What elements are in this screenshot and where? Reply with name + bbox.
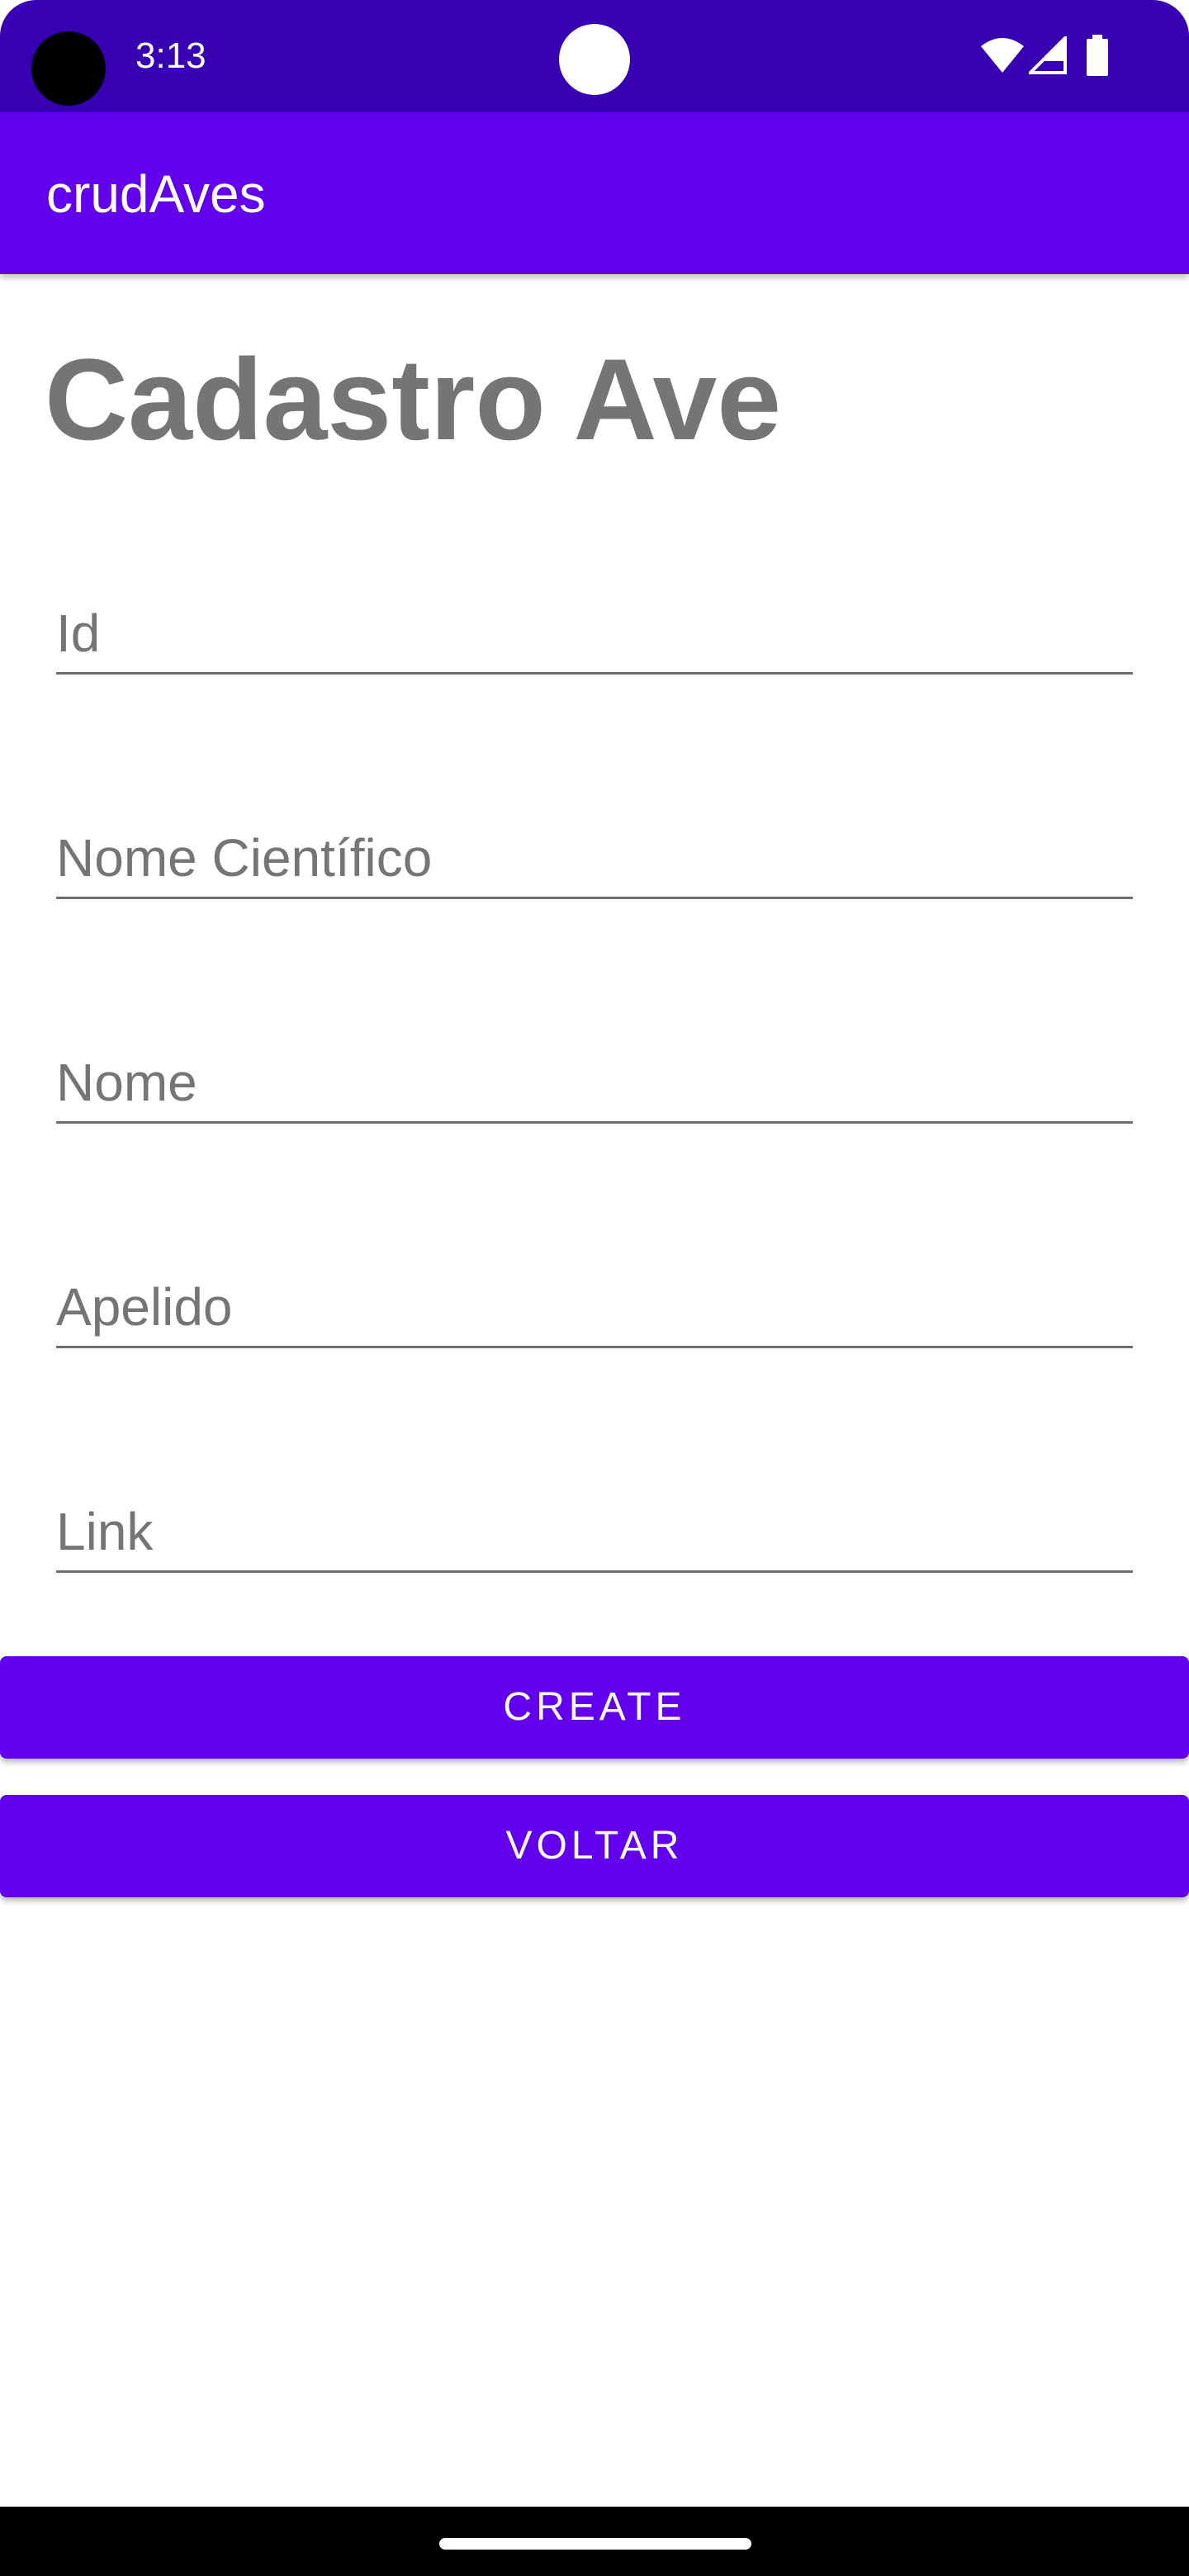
app-title: crudAves — [46, 164, 266, 224]
cell-signal-icon — [1029, 36, 1067, 74]
navigation-bar — [0, 2507, 1189, 2576]
link-input[interactable] — [56, 1501, 1133, 1562]
page-title: Cadastro Ave — [45, 334, 782, 464]
status-bar: 3:13 — [0, 0, 1189, 112]
nome-cientifico-input[interactable] — [56, 827, 1133, 888]
camera-cutout — [31, 31, 106, 106]
notification-dot-icon — [559, 24, 630, 95]
voltar-button[interactable]: VOLTAR — [0, 1795, 1189, 1897]
wifi-icon — [981, 38, 1024, 73]
id-field-container — [56, 598, 1133, 675]
nome-input[interactable] — [56, 1052, 1133, 1113]
app-screen: 3:13 crudAves Cadastro Ave CREATE VOLTAR — [0, 0, 1189, 2576]
apelido-field-container — [56, 1271, 1133, 1348]
status-time: 3:13 — [135, 36, 206, 76]
nome-field-container — [56, 1047, 1133, 1124]
nome-cientifico-field-container — [56, 822, 1133, 899]
home-gesture-handle[interactable] — [439, 2538, 751, 2550]
apelido-input[interactable] — [56, 1276, 1133, 1338]
create-button[interactable]: CREATE — [0, 1656, 1189, 1759]
link-field-container — [56, 1496, 1133, 1573]
app-bar: crudAves — [0, 112, 1189, 274]
id-input[interactable] — [56, 603, 1133, 664]
battery-icon — [1087, 35, 1108, 76]
